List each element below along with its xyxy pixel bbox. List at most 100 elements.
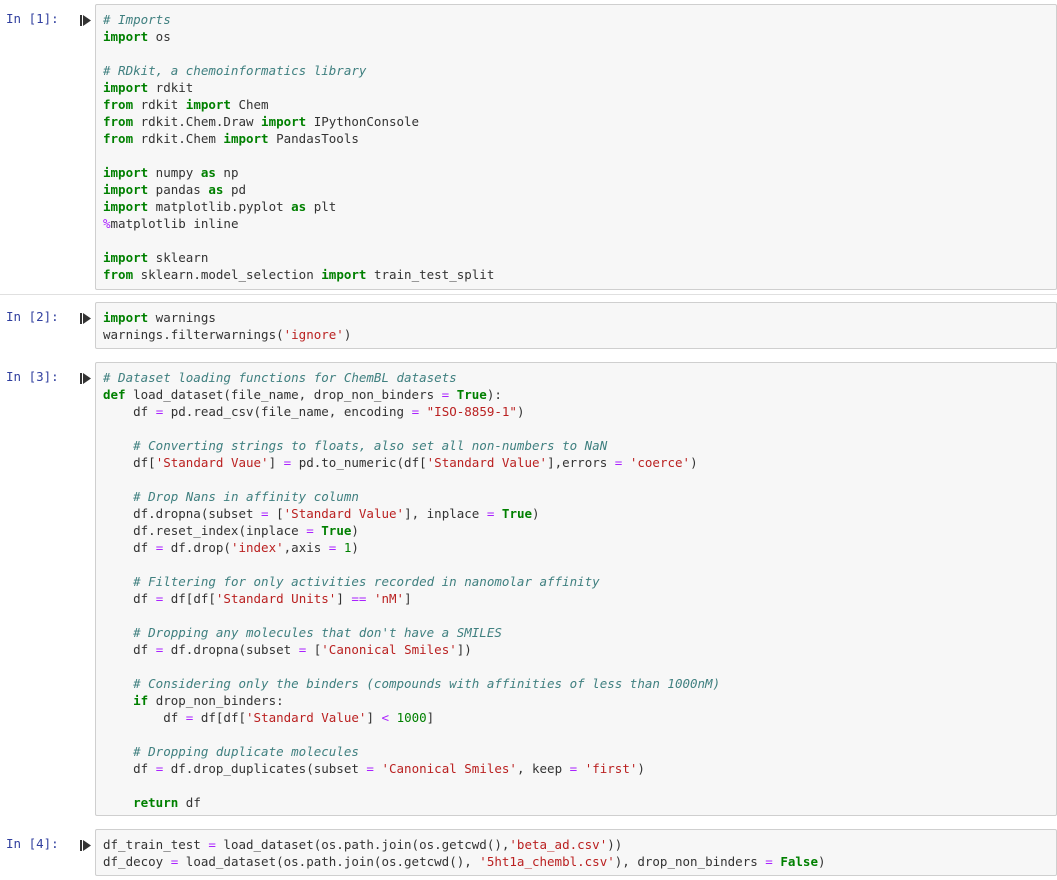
keyword-token: import — [261, 114, 307, 129]
comment-token: # Considering only the binders (compound… — [133, 676, 721, 691]
keyword-token: as — [208, 182, 224, 197]
string-token: 'Standard Value' — [283, 506, 405, 521]
code-token: matplotlib inline — [110, 216, 239, 231]
string-token: 'Standard Value' — [246, 710, 367, 725]
code-line: # Imports — [103, 11, 1056, 28]
run-cell-icon[interactable] — [80, 373, 91, 384]
code-token: df[df[ — [193, 710, 247, 725]
code-token: Chem — [230, 97, 269, 112]
operator-token: = — [306, 523, 314, 538]
comment-token: # RDkit, a chemoinformatics library — [103, 63, 367, 78]
code-token: train_test_split — [366, 267, 495, 282]
string-token: '5ht1a_chembl.csv' — [479, 854, 615, 869]
cell-prompt: In [3]: — [6, 369, 59, 384]
keyword-token: import — [103, 165, 149, 180]
code-line: # RDkit, a chemoinformatics library — [103, 62, 1056, 79]
code-cell[interactable]: In [1]: # Imports import os # RDkit, a ch… — [0, 4, 1057, 290]
string-token: 'ignore' — [283, 327, 344, 342]
code-token: ) — [516, 404, 525, 419]
code-token: ) — [532, 506, 540, 521]
code-token: load_dataset(os.path.join(os.getcwd(), — [178, 854, 480, 869]
code-token: pd.read_csv(file_name, encoding — [163, 404, 412, 419]
code-token: plt — [306, 199, 337, 214]
operator-token: = — [366, 761, 374, 776]
code-input[interactable]: # Imports import os # RDkit, a chemoinfor… — [95, 4, 1057, 290]
code-line: %matplotlib inline — [103, 215, 1056, 232]
code-line: # Drop Nans in affinity column — [103, 488, 1056, 505]
code-token: rdkit.Chem.Draw — [133, 114, 262, 129]
code-token: df.drop( — [163, 540, 231, 555]
code-cell[interactable]: In [4]: df_train_test = load_dataset(os.… — [0, 829, 1057, 876]
code-token: ) — [351, 523, 359, 538]
code-line: df.dropna(subset = ['Standard Value'], i… — [103, 505, 1056, 522]
code-cell[interactable]: In [2]: import warnings warnings.filterwa… — [0, 302, 1057, 349]
code-token: df — [103, 540, 156, 555]
code-cell[interactable]: In [3]: # Dataset loading functions for … — [0, 362, 1057, 816]
code-token: df.dropna(subset — [103, 506, 262, 521]
code-token: df — [103, 642, 156, 657]
keyword-token: import — [103, 250, 149, 265]
code-line: import sklearn — [103, 249, 1056, 266]
code-token: ) — [343, 327, 352, 342]
code-token: rdkit — [148, 80, 194, 95]
code-token: [ — [268, 506, 284, 521]
code-input[interactable]: import warnings warnings.filterwarnings('… — [95, 302, 1057, 349]
code-line: warnings.filterwarnings('ignore') — [103, 326, 1056, 343]
keyword-token: import — [103, 182, 149, 197]
code-token: df — [103, 710, 186, 725]
code-line: import numpy as np — [103, 164, 1056, 181]
comment-token: # Drop Nans in affinity column — [133, 489, 359, 504]
code-line: # Converting strings to floats, also set… — [103, 437, 1056, 454]
code-line: import os — [103, 28, 1056, 45]
code-token: warnings.filterwarnings( — [103, 327, 284, 342]
code-line: from rdkit import Chem — [103, 96, 1056, 113]
code-token: ) — [351, 540, 359, 555]
comment-token: # Converting strings to floats, also set… — [133, 438, 608, 453]
code-line: df['Standard Vaue'] = pd.to_numeric(df['… — [103, 454, 1056, 471]
operator-token: < — [381, 710, 390, 725]
run-cell-icon[interactable] — [80, 313, 91, 324]
code-token: numpy — [148, 165, 201, 180]
code-line: df.reset_index(inplace = True) — [103, 522, 1056, 539]
operator-token: = — [765, 854, 773, 869]
keyword-token: import — [185, 97, 231, 112]
string-token: 'nM' — [373, 591, 405, 606]
code-line: # Dropping any molecules that don't have… — [103, 624, 1056, 641]
code-input[interactable]: df_train_test = load_dataset(os.path.joi… — [95, 829, 1057, 876]
operator-token: = — [208, 837, 216, 852]
code-token: [ — [306, 642, 322, 657]
keyword-token: True — [501, 506, 533, 521]
code-token: ): — [486, 387, 502, 402]
code-line: import warnings — [103, 309, 1056, 326]
code-line: df = df[df['Standard Value'] < 1000] — [103, 709, 1056, 726]
run-cell-icon[interactable] — [80, 15, 91, 26]
code-token: load_dataset(file_name, drop_non_binders — [125, 387, 442, 402]
keyword-token: from — [103, 131, 134, 146]
code-token: ] — [426, 710, 435, 725]
code-line: def load_dataset(file_name, drop_non_bin… — [103, 386, 1056, 403]
code-line: # Dropping duplicate molecules — [103, 743, 1056, 760]
keyword-token: import — [103, 80, 149, 95]
code-token: )) — [607, 837, 623, 852]
code-token: ], inplace — [404, 506, 487, 521]
code-token: load_dataset(os.path.join(os.getcwd(), — [215, 837, 510, 852]
code-line: import pandas as pd — [103, 181, 1056, 198]
code-line: df_train_test = load_dataset(os.path.joi… — [103, 836, 1056, 853]
string-token: 'beta_ad.csv' — [509, 837, 608, 852]
code-token: drop_non_binders: — [148, 693, 284, 708]
run-cell-icon[interactable] — [80, 840, 91, 851]
comment-token: # Dataset loading functions for ChemBL d… — [103, 370, 457, 385]
code-input[interactable]: # Dataset loading functions for ChemBL d… — [95, 362, 1057, 816]
keyword-token: def — [103, 387, 126, 402]
keyword-token: return — [133, 795, 179, 810]
